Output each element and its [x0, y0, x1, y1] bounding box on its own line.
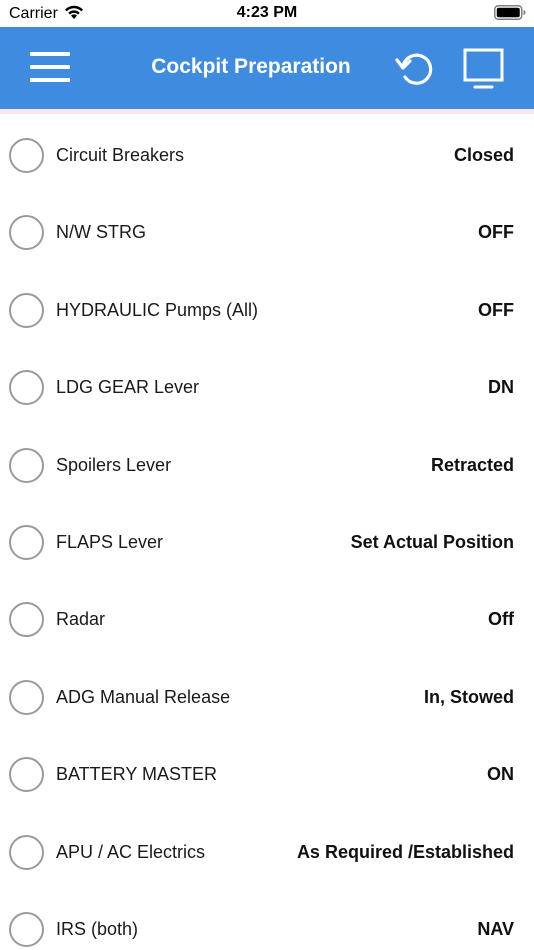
checkbox-circle-icon[interactable] [9, 602, 44, 638]
checkbox-circle-icon[interactable] [9, 757, 44, 793]
checklist: Circuit Breakers Closed N/W STRG OFF HYDRAUL… [0, 117, 534, 950]
checklist-item-label: FLAPS Lever [56, 531, 164, 552]
checklist-item-value: Closed [453, 145, 514, 165]
checklist-item-value: NAV [477, 918, 514, 939]
checklist-item-label: Spoilers Lever [56, 454, 172, 475]
checklist-item-value: OFF [478, 299, 514, 320]
checklist-item-value: ON [487, 764, 514, 785]
checklist-row[interactable]: FLAPS Lever Set Actual Position [0, 504, 534, 581]
checkbox-circle-icon[interactable] [9, 215, 44, 251]
reset-icon[interactable] [394, 49, 436, 89]
checkbox-circle-icon[interactable] [9, 138, 44, 173]
checkbox-circle-icon[interactable] [9, 447, 44, 483]
checklist-row[interactable]: ADG Manual Release In, Stowed [0, 659, 534, 736]
checklist-row[interactable]: HYDRAULIC Pumps (All) OFF [0, 272, 534, 349]
checklist-item-value: DN [488, 377, 514, 398]
checklist-item-value: In, Stowed [424, 686, 514, 707]
battery-icon [494, 5, 526, 20]
checklist-row[interactable]: IRS (both) NAV [0, 891, 534, 950]
display-icon[interactable] [462, 47, 506, 91]
checkbox-circle-icon[interactable] [9, 524, 44, 560]
checklist-row[interactable]: N/W STRG OFF [0, 194, 534, 271]
checklist-row[interactable]: LDG GEAR Lever DN [0, 349, 534, 426]
header-divider [0, 109, 534, 114]
checklist-item-value: Retracted [430, 454, 514, 475]
navigation-bar: Cockpit Preparation [0, 27, 534, 109]
checkbox-circle-icon[interactable] [9, 370, 44, 406]
checkbox-circle-icon[interactable] [9, 834, 44, 870]
checklist-row[interactable]: APU / AC Electrics As Required /Establish… [0, 814, 534, 891]
checklist-item-label: N/W STRG [56, 222, 146, 243]
status-time: 4:23 PM [236, 4, 298, 21]
checklist-item-label: Radar [56, 609, 106, 630]
checklist-item-label: LDG GEAR Lever [56, 377, 200, 398]
checklist-item-label: BATTERY MASTER [56, 764, 218, 785]
checklist-row[interactable]: Radar Off [0, 581, 534, 658]
checkbox-circle-icon[interactable] [9, 911, 44, 947]
checklist-item-value: OFF [478, 222, 514, 243]
checklist-item-value: As Required /Established [296, 841, 514, 862]
checklist-item-label: Circuit Breakers [56, 145, 185, 165]
checklist-item-value: Off [488, 609, 514, 630]
status-bar: Carrier 4:23 PM [0, 0, 534, 27]
checklist-row[interactable]: Spoilers Lever Retracted [0, 427, 534, 504]
checklist-item-label: APU / AC Electrics [56, 841, 206, 862]
checkbox-circle-icon[interactable] [9, 292, 44, 328]
checkbox-circle-icon[interactable] [9, 679, 44, 715]
checklist-row[interactable]: BATTERY MASTER ON [0, 736, 534, 813]
checklist-item-label: IRS (both) [56, 918, 139, 939]
checklist-row[interactable]: Circuit Breakers Closed [0, 117, 534, 194]
checklist-item-label: ADG Manual Release [56, 686, 231, 707]
checklist-item-value: Set Actual Position [350, 531, 514, 552]
checklist-item-label: HYDRAULIC Pumps (All) [56, 299, 259, 320]
